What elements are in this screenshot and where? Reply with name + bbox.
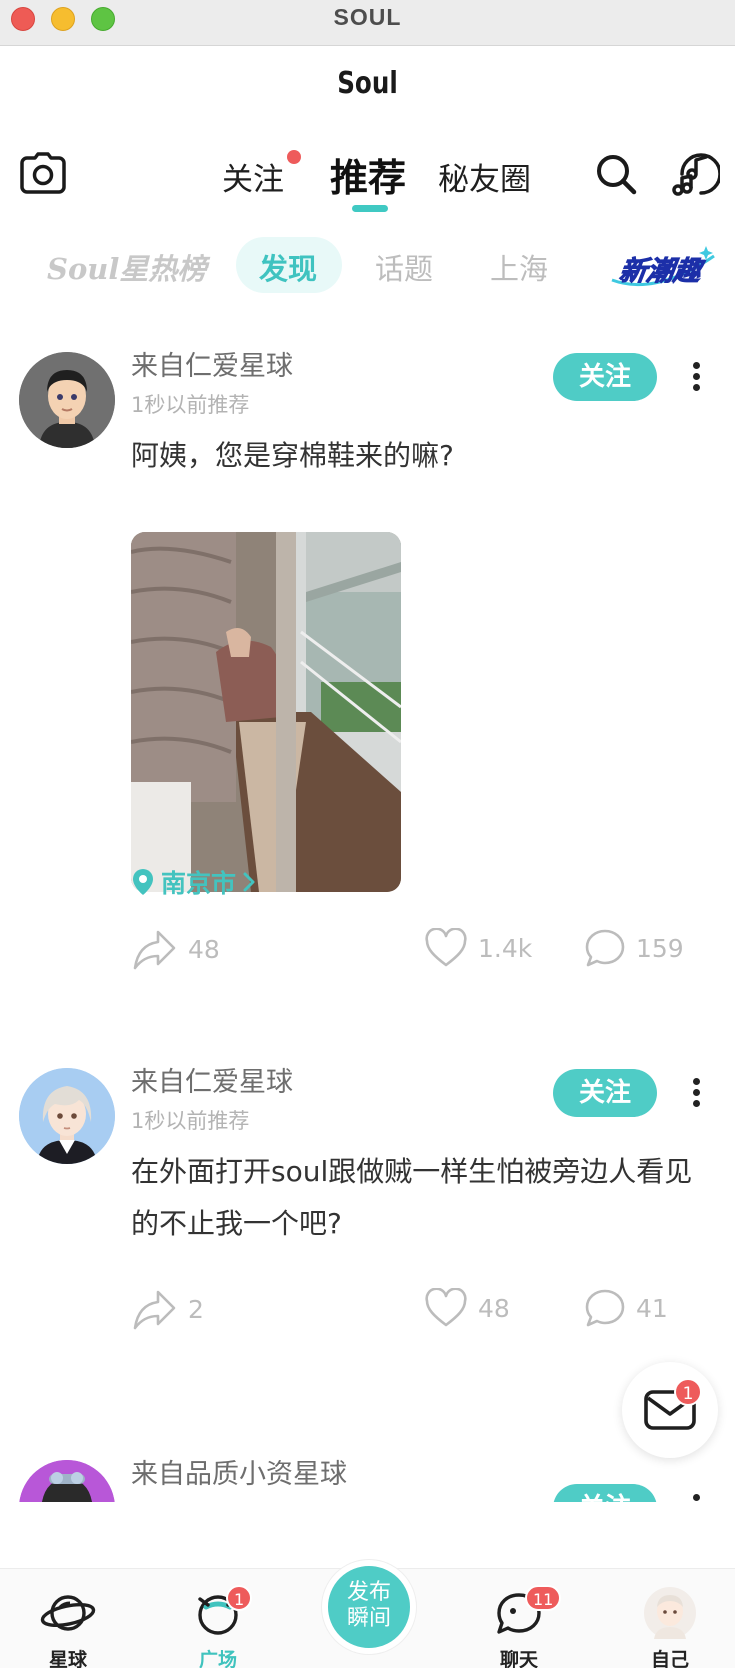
post-time: 1秒以前推荐 xyxy=(131,1109,250,1133)
follow-notification-dot xyxy=(287,150,301,164)
tab-follow[interactable]: 关注 xyxy=(222,154,284,199)
comment-action[interactable]: 159 xyxy=(584,928,684,968)
post-author[interactable]: 来自仁爱星球 xyxy=(131,1060,293,1099)
comment-count: 41 xyxy=(636,1293,668,1323)
feed-list[interactable]: 来自仁爱星球 1秒以前推荐 关注 阿姨，您是穿棉鞋来的嘛? 南京市 48 1.4… xyxy=(0,320,735,1502)
window-title-bar: SOUL xyxy=(0,0,735,46)
comment-icon xyxy=(585,1289,625,1327)
more-options-icon[interactable] xyxy=(684,1490,708,1502)
post-author[interactable]: 来自仁爱星球 xyxy=(131,344,293,383)
active-tab-indicator xyxy=(352,205,388,212)
follow-button[interactable]: 关注 xyxy=(553,353,657,401)
share-action[interactable]: 2 xyxy=(132,1288,204,1330)
share-count: 2 xyxy=(188,1294,204,1324)
location-label: 南京市 xyxy=(161,869,237,898)
comment-icon xyxy=(585,929,625,967)
mail-button[interactable] xyxy=(622,1362,718,1458)
heart-icon xyxy=(425,928,467,967)
nav-chat-badge: 11 xyxy=(525,1585,562,1611)
tab-recommend[interactable]: 推荐 xyxy=(330,147,406,202)
publish-moment-button[interactable]: 发布 瞬间 xyxy=(322,1560,416,1654)
subtab-soul-hot-list[interactable]: Soul星热榜 xyxy=(47,246,206,288)
nav-planet-label: 星球 xyxy=(48,1649,87,1668)
nav-me-label: 自己 xyxy=(650,1649,689,1668)
subtab-trend-label: 新潮趣 xyxy=(617,256,703,288)
subtab-discover[interactable]: 发现 xyxy=(259,246,317,288)
share-icon xyxy=(133,1290,176,1330)
music-icon[interactable] xyxy=(668,150,722,202)
post-time: 1秒以前推荐 xyxy=(131,393,250,417)
share-action[interactable]: 48 xyxy=(132,928,220,970)
tab-secret-circle[interactable]: 秘友圈 xyxy=(438,154,531,199)
nav-square-badge: 1 xyxy=(226,1585,253,1611)
share-icon xyxy=(133,930,176,970)
mail-badge: 1 xyxy=(674,1378,702,1406)
more-options-icon[interactable] xyxy=(684,1074,708,1114)
publish-label-line2: 瞬间 xyxy=(346,1606,391,1631)
heart-icon xyxy=(425,1288,467,1327)
like-count: 48 xyxy=(478,1293,510,1323)
nav-planet[interactable]: 星球 xyxy=(18,1569,118,1668)
post-location[interactable]: 南京市 xyxy=(131,864,256,900)
planet-icon xyxy=(40,1595,96,1631)
subtab-topics[interactable]: 话题 xyxy=(375,246,433,288)
like-action[interactable]: 48 xyxy=(424,1288,510,1328)
nav-square[interactable]: 1 广场 xyxy=(168,1569,268,1668)
post-photo[interactable] xyxy=(131,532,401,892)
app-logo: Soul xyxy=(337,66,398,101)
nav-me[interactable]: 自己 xyxy=(620,1569,720,1668)
subtab-trend-fun[interactable]: 新潮趣 xyxy=(606,240,720,294)
nav-chat-label: 聊天 xyxy=(499,1649,538,1668)
search-icon[interactable] xyxy=(594,152,638,200)
post-author[interactable]: 来自品质小资星球 xyxy=(131,1452,347,1491)
share-count: 48 xyxy=(188,934,220,964)
more-options-icon[interactable] xyxy=(684,358,708,398)
subtab-shanghai[interactable]: 上海 xyxy=(490,246,548,288)
follow-button[interactable]: 关注 xyxy=(553,1484,657,1502)
avatar[interactable] xyxy=(19,1068,115,1164)
chevron-right-icon xyxy=(243,872,255,892)
avatar[interactable] xyxy=(19,352,115,448)
nav-square-label: 广场 xyxy=(198,1649,237,1668)
follow-button[interactable]: 关注 xyxy=(553,1069,657,1117)
envelope-icon xyxy=(644,1390,696,1430)
publish-label-line1: 发布 xyxy=(346,1580,391,1605)
my-avatar-icon xyxy=(644,1587,696,1639)
post-text: 阿姨，您是穿棉鞋来的嘛? xyxy=(131,439,454,472)
like-action[interactable]: 1.4k xyxy=(424,928,532,968)
avatar[interactable] xyxy=(19,1460,115,1502)
comment-count: 159 xyxy=(636,933,684,963)
camera-icon[interactable] xyxy=(20,152,66,198)
window-title: SOUL xyxy=(333,4,402,30)
comment-action[interactable]: 41 xyxy=(584,1288,668,1328)
location-pin-icon xyxy=(133,869,153,895)
post-text: 在外面打开soul跟做贼一样生怕被旁边人看见的不止我一个吧? xyxy=(131,1155,693,1240)
nav-chat[interactable]: 11 聊天 xyxy=(469,1569,569,1668)
like-count: 1.4k xyxy=(478,933,533,963)
